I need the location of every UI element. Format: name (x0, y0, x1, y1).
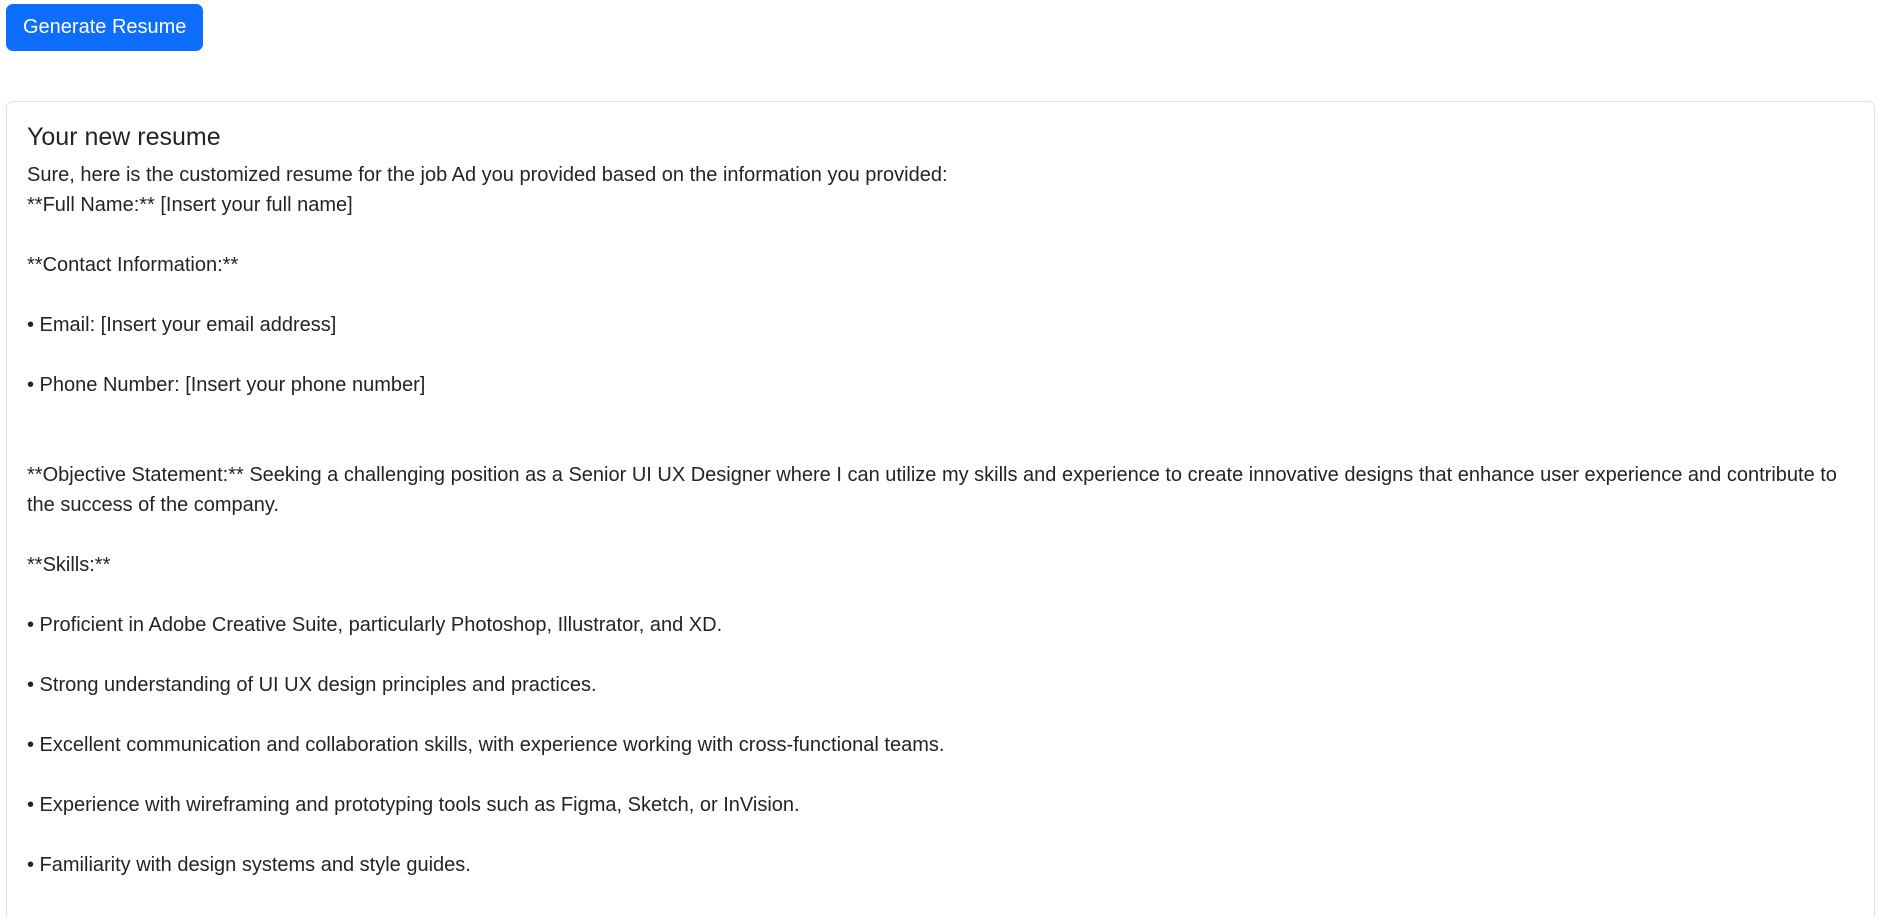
resume-email: • Email: [Insert your email address] (27, 314, 337, 336)
resume-skill-item: • Excellent communication and collaborat… (27, 734, 945, 756)
resume-contact-heading: **Contact Information:** (27, 254, 239, 276)
resume-phone: • Phone Number: [Insert your phone numbe… (27, 374, 426, 396)
resume-card-title: Your new resume (27, 123, 221, 151)
page: Generate Resume Your new resume Sure, he… (0, 0, 1881, 917)
resume-skill-item: • Proficient in Adobe Creative Suite, pa… (27, 614, 723, 636)
resume-intro: Sure, here is the customized resume for … (27, 164, 948, 186)
resume-skills-heading: **Skills:** (27, 554, 111, 576)
generate-resume-button[interactable]: Generate Resume (6, 4, 204, 51)
resume-objective: **Objective Statement:** Seeking a chall… (27, 464, 1843, 516)
resume-skill-item: • Experience with wireframing and protot… (27, 794, 800, 816)
resume-skill-item: • Familiarity with design systems and st… (27, 854, 471, 876)
resume-full-name: **Full Name:** [Insert your full name] (27, 194, 353, 216)
resume-text: Sure, here is the customized resume for … (27, 160, 1854, 880)
resume-card: Your new resume Sure, here is the custom… (6, 101, 1875, 917)
resume-skill-item: • Strong understanding of UI UX design p… (27, 674, 597, 696)
